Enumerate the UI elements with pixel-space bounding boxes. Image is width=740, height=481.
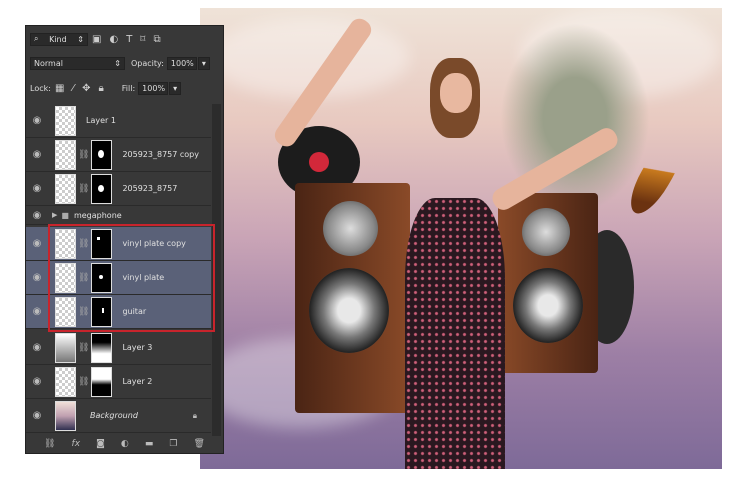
new-layer-icon[interactable]: ❐ — [169, 439, 177, 449]
opacity-value: 100% — [170, 58, 194, 68]
lock-all-icon[interactable]: 🔒︎ — [98, 83, 103, 94]
layer-thumbnail — [55, 105, 76, 136]
woman-figure — [395, 48, 515, 469]
layer-mask-thumbnail — [91, 332, 113, 363]
layer-row[interactable]: ◉ ⛓ Layer 2 — [26, 365, 211, 399]
layer-name: megaphone — [73, 210, 122, 220]
fill-label: Fill: — [121, 83, 136, 93]
blend-mode-value: Normal — [34, 58, 63, 68]
search-icon: ⌕ — [34, 34, 39, 43]
layer-name: 205923_8757 copy — [122, 150, 199, 159]
adjustment-icon[interactable]: ◐ — [121, 439, 129, 449]
eye-icon[interactable]: ◉ — [26, 306, 48, 317]
lock-transparent-icon[interactable]: ▦ — [55, 83, 64, 94]
layer-name: Layer 3 — [122, 343, 153, 352]
layer-row[interactable]: ◉ Layer 1 — [26, 104, 211, 138]
filter-kind-dropdown[interactable]: ⌕ Kind ⇕ — [30, 32, 88, 46]
trash-icon[interactable]: 🗑︎ — [194, 439, 205, 449]
layer-mask-thumbnail — [91, 173, 113, 204]
eye-icon[interactable]: ◉ — [26, 149, 48, 160]
document-canvas[interactable] — [200, 8, 722, 469]
layer-row[interactable]: ◉ Background 🔒︎ — [26, 399, 211, 433]
eye-icon[interactable]: ◉ — [26, 342, 48, 353]
eye-icon[interactable]: ◉ — [26, 272, 48, 283]
fill-input[interactable]: 100% — [138, 81, 169, 95]
eye-icon[interactable]: ◉ — [26, 183, 48, 194]
opacity-label: Opacity: — [131, 58, 164, 68]
smart-object-filter-icon[interactable]: ⧉ — [153, 34, 160, 45]
blend-mode-dropdown[interactable]: Normal ⇕ — [30, 56, 125, 70]
speaker-left — [295, 183, 410, 413]
chain-link-icon[interactable]: ⛓ — [78, 184, 89, 194]
filter-bar: ⌕ Kind ⇕ ▣ ◐ T ⌑ ⧉ — [26, 29, 223, 49]
fill-value: 100% — [142, 83, 166, 93]
layer-thumbnail — [55, 173, 76, 204]
type-filter-icon[interactable]: T — [126, 34, 132, 45]
eye-icon[interactable]: ◉ — [26, 238, 48, 249]
fx-icon[interactable]: fx — [72, 439, 81, 449]
eye-icon[interactable]: ◉ — [26, 410, 48, 421]
layer-group-row[interactable]: ◉ ▶ ■ megaphone — [26, 206, 211, 225]
lock-label: Lock: — [30, 83, 51, 93]
chain-link-icon[interactable]: ⛓ — [78, 150, 89, 160]
layer-name: Layer 2 — [122, 377, 153, 386]
mask-icon[interactable]: ◙ — [96, 439, 105, 449]
layer-thumbnail — [55, 332, 76, 363]
layer-thumbnail — [55, 139, 76, 170]
layer-thumbnail — [55, 366, 76, 397]
fill-dropdown-arrow[interactable]: ▾ — [169, 81, 182, 95]
expand-triangle-icon[interactable]: ▶ — [52, 211, 57, 219]
chain-link-icon[interactable]: ⛓ — [78, 343, 89, 353]
eye-icon[interactable]: ◉ — [26, 115, 48, 126]
folder-icon: ■ — [61, 210, 69, 220]
layer-row[interactable]: ◉ ⛓ 205923_8757 — [26, 172, 211, 206]
shape-filter-icon[interactable]: ⌑ — [140, 34, 145, 45]
selection-highlight-box — [48, 224, 215, 332]
lock-brush-icon[interactable]: ⁄ — [72, 83, 74, 94]
filter-kind-label: Kind — [49, 34, 67, 44]
chevron-updown-icon: ⇕ — [114, 58, 121, 68]
layer-name: Background — [90, 411, 138, 420]
chain-link-icon[interactable]: ⛓ — [78, 377, 89, 387]
layer-mask-thumbnail — [91, 366, 113, 397]
folder-icon[interactable]: ▬ — [145, 439, 154, 449]
chevron-updown-icon: ⇕ — [77, 34, 84, 44]
layer-thumbnail — [55, 400, 76, 431]
link-icon[interactable]: ⛓ — [44, 439, 55, 449]
eye-icon[interactable]: ◉ — [26, 376, 48, 387]
layer-mask-thumbnail — [91, 139, 113, 170]
layer-row[interactable]: ◉ ⛓ 205923_8757 copy — [26, 138, 211, 172]
layer-row[interactable]: ◉ ⛓ Layer 3 — [26, 331, 211, 365]
image-filter-icon[interactable]: ▣ — [92, 34, 101, 45]
lock-icon: 🔒︎ — [192, 410, 197, 420]
lock-move-icon[interactable]: ✥ — [82, 83, 90, 94]
opacity-input[interactable]: 100% — [166, 56, 197, 70]
layer-name: Layer 1 — [86, 116, 116, 125]
layer-name: 205923_8757 — [122, 184, 178, 193]
eye-icon[interactable]: ◉ — [26, 210, 48, 221]
opacity-dropdown-arrow[interactable]: ▾ — [197, 56, 210, 70]
adjustment-filter-icon[interactable]: ◐ — [109, 34, 118, 45]
